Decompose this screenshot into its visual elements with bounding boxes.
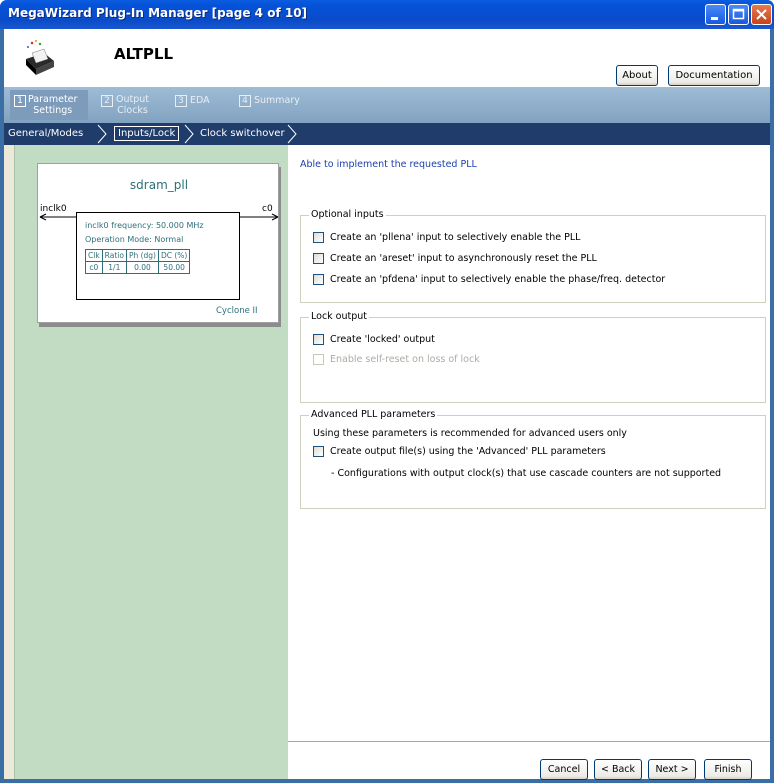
wizard-tab-bar: 1 Parameter Settings 2 Output Clocks 3 E… xyxy=(4,87,770,123)
window-title: MegaWizard Plug-In Manager [page 4 of 10… xyxy=(8,6,308,20)
device-family-label: Cyclone II xyxy=(216,306,258,316)
tab-output-clocks[interactable]: 2 Output Clocks xyxy=(98,90,168,120)
wizard-content: ALTPLL About Documentation 1 Parameter S… xyxy=(4,29,770,780)
tab-summary[interactable]: 4 Summary xyxy=(236,90,316,120)
tab-label: Summary xyxy=(254,95,300,106)
maximize-button[interactable] xyxy=(728,4,749,25)
checkbox-box[interactable] xyxy=(313,274,324,285)
tab-eda[interactable]: 3 EDA xyxy=(172,90,234,120)
footer-divider-highlight xyxy=(288,742,770,743)
group-title: Lock output xyxy=(309,311,370,322)
checkbox-label: Create an 'areset' input to asynchronous… xyxy=(330,253,597,264)
settings-pane: Able to implement the requested PLL Opti… xyxy=(288,145,770,779)
title-bar[interactable]: MegaWizard Plug-In Manager [page 4 of 10… xyxy=(0,0,774,29)
crumb-inputs-lock[interactable]: Inputs/Lock xyxy=(114,123,180,145)
areset-checkbox[interactable]: Create an 'areset' input to asynchronous… xyxy=(313,253,597,264)
maximize-icon xyxy=(732,8,745,20)
checkbox-label: Create 'locked' output xyxy=(330,334,435,345)
pll-block-diagram: sdram_pll inclk0 c0 inclk0 frequency: 50… xyxy=(37,163,279,323)
operation-mode-text: Operation Mode: Normal xyxy=(85,235,184,244)
optional-inputs-group: Optional inputs Create an 'pllena' input… xyxy=(300,209,766,303)
checkbox-label: Create output file(s) using the 'Advance… xyxy=(330,446,606,457)
finish-button[interactable]: Finish xyxy=(704,759,752,780)
chevron-right-icon xyxy=(287,124,297,144)
group-title: Optional inputs xyxy=(309,209,386,220)
back-button[interactable]: < Back xyxy=(594,759,642,780)
checkbox-label: Create an 'pfdena' input to selectively … xyxy=(330,274,666,285)
table-cell: 0.00 xyxy=(125,261,159,274)
advanced-params-checkbox[interactable]: Create output file(s) using the 'Advance… xyxy=(313,446,606,457)
breadcrumb: General/Modes Inputs/Lock Clock switchov… xyxy=(4,123,770,145)
pfdena-checkbox[interactable]: Create an 'pfdena' input to selectively … xyxy=(313,274,665,285)
crumb-label: Inputs/Lock xyxy=(114,126,180,141)
crumb-label: Clock switchover xyxy=(200,128,285,139)
pll-inner-block: inclk0 frequency: 50.000 MHz Operation M… xyxy=(76,212,240,300)
chevron-right-icon xyxy=(184,124,194,144)
chevron-right-icon xyxy=(97,124,107,144)
next-button[interactable]: Next > xyxy=(648,759,696,780)
tab-number: 1 xyxy=(14,95,26,107)
checkbox-box xyxy=(313,354,324,365)
group-title: Advanced PLL parameters xyxy=(309,409,438,420)
checkbox-box[interactable] xyxy=(313,334,324,345)
pllena-checkbox[interactable]: Create an 'pllena' input to selectively … xyxy=(313,232,580,243)
cancel-button[interactable]: Cancel xyxy=(540,759,588,780)
block-name: sdram_pll xyxy=(129,178,189,192)
checkbox-box[interactable] xyxy=(313,232,324,243)
table-header-cell: Clk xyxy=(85,249,103,262)
advanced-pll-group: Advanced PLL parameters Using these para… xyxy=(300,409,766,509)
table-row: c0 1/1 0.00 50.00 xyxy=(85,261,191,274)
table-cell: 1/1 xyxy=(101,261,127,274)
crumb-label: General/Modes xyxy=(8,128,84,139)
lock-output-group: Lock output Create 'locked' output Enabl… xyxy=(300,311,766,403)
table-cell: c0 xyxy=(85,261,103,274)
table-header-cell: DC (%) xyxy=(157,249,191,262)
checkbox-box[interactable] xyxy=(313,253,324,264)
wizard-body: sdram_pll inclk0 c0 inclk0 frequency: 50… xyxy=(4,145,770,779)
clock-table-header: Clk Ratio Ph (dg) DC (%) xyxy=(85,249,191,262)
input-arrow xyxy=(39,213,76,221)
app-title: ALTPLL xyxy=(114,45,174,63)
minimize-icon xyxy=(711,17,718,20)
documentation-button[interactable]: Documentation xyxy=(668,65,760,86)
tab-label: Parameter Settings xyxy=(28,94,78,116)
wizard-header: ALTPLL About Documentation xyxy=(4,29,770,87)
tab-number: 4 xyxy=(239,95,251,107)
minimize-button[interactable] xyxy=(705,4,726,25)
tab-label: EDA xyxy=(190,95,210,106)
checkbox-label: Enable self-reset on loss of lock xyxy=(330,354,480,365)
cascade-counter-note: - Configurations with output clock(s) th… xyxy=(331,468,722,479)
tab-number: 2 xyxy=(101,95,113,107)
checkbox-box[interactable] xyxy=(313,446,324,457)
table-cell: 50.00 xyxy=(157,261,191,274)
advanced-note: Using these parameters is recommended fo… xyxy=(313,428,627,439)
close-button[interactable] xyxy=(751,4,772,25)
tab-number: 3 xyxy=(175,95,187,107)
table-header-cell: Ratio xyxy=(101,249,127,262)
status-message: Able to implement the requested PLL xyxy=(300,159,477,170)
wizard-window: MegaWizard Plug-In Manager [page 4 of 10… xyxy=(0,0,774,783)
output-arrow xyxy=(240,213,279,221)
locked-output-checkbox[interactable]: Create 'locked' output xyxy=(313,334,435,345)
checkbox-label: Create an 'pllena' input to selectively … xyxy=(330,232,581,243)
tab-label: Output Clocks xyxy=(116,94,149,116)
self-reset-checkbox: Enable self-reset on loss of lock xyxy=(313,354,480,365)
crumb-general-modes[interactable]: General/Modes xyxy=(8,123,83,145)
clock-table: Clk Ratio Ph (dg) DC (%) c0 1/1 0.00 50.… xyxy=(85,249,191,274)
crumb-clock-switchover[interactable]: Clock switchover xyxy=(200,123,285,145)
tab-parameter-settings[interactable]: 1 Parameter Settings xyxy=(10,90,88,120)
close-icon xyxy=(756,9,767,20)
table-header-cell: Ph (dg) xyxy=(125,249,159,262)
block-preview-pane: sdram_pll inclk0 c0 inclk0 frequency: 50… xyxy=(14,145,288,779)
frequency-text: inclk0 frequency: 50.000 MHz xyxy=(85,221,204,230)
altpll-wizard-icon xyxy=(26,40,54,75)
about-button[interactable]: About xyxy=(616,65,658,86)
